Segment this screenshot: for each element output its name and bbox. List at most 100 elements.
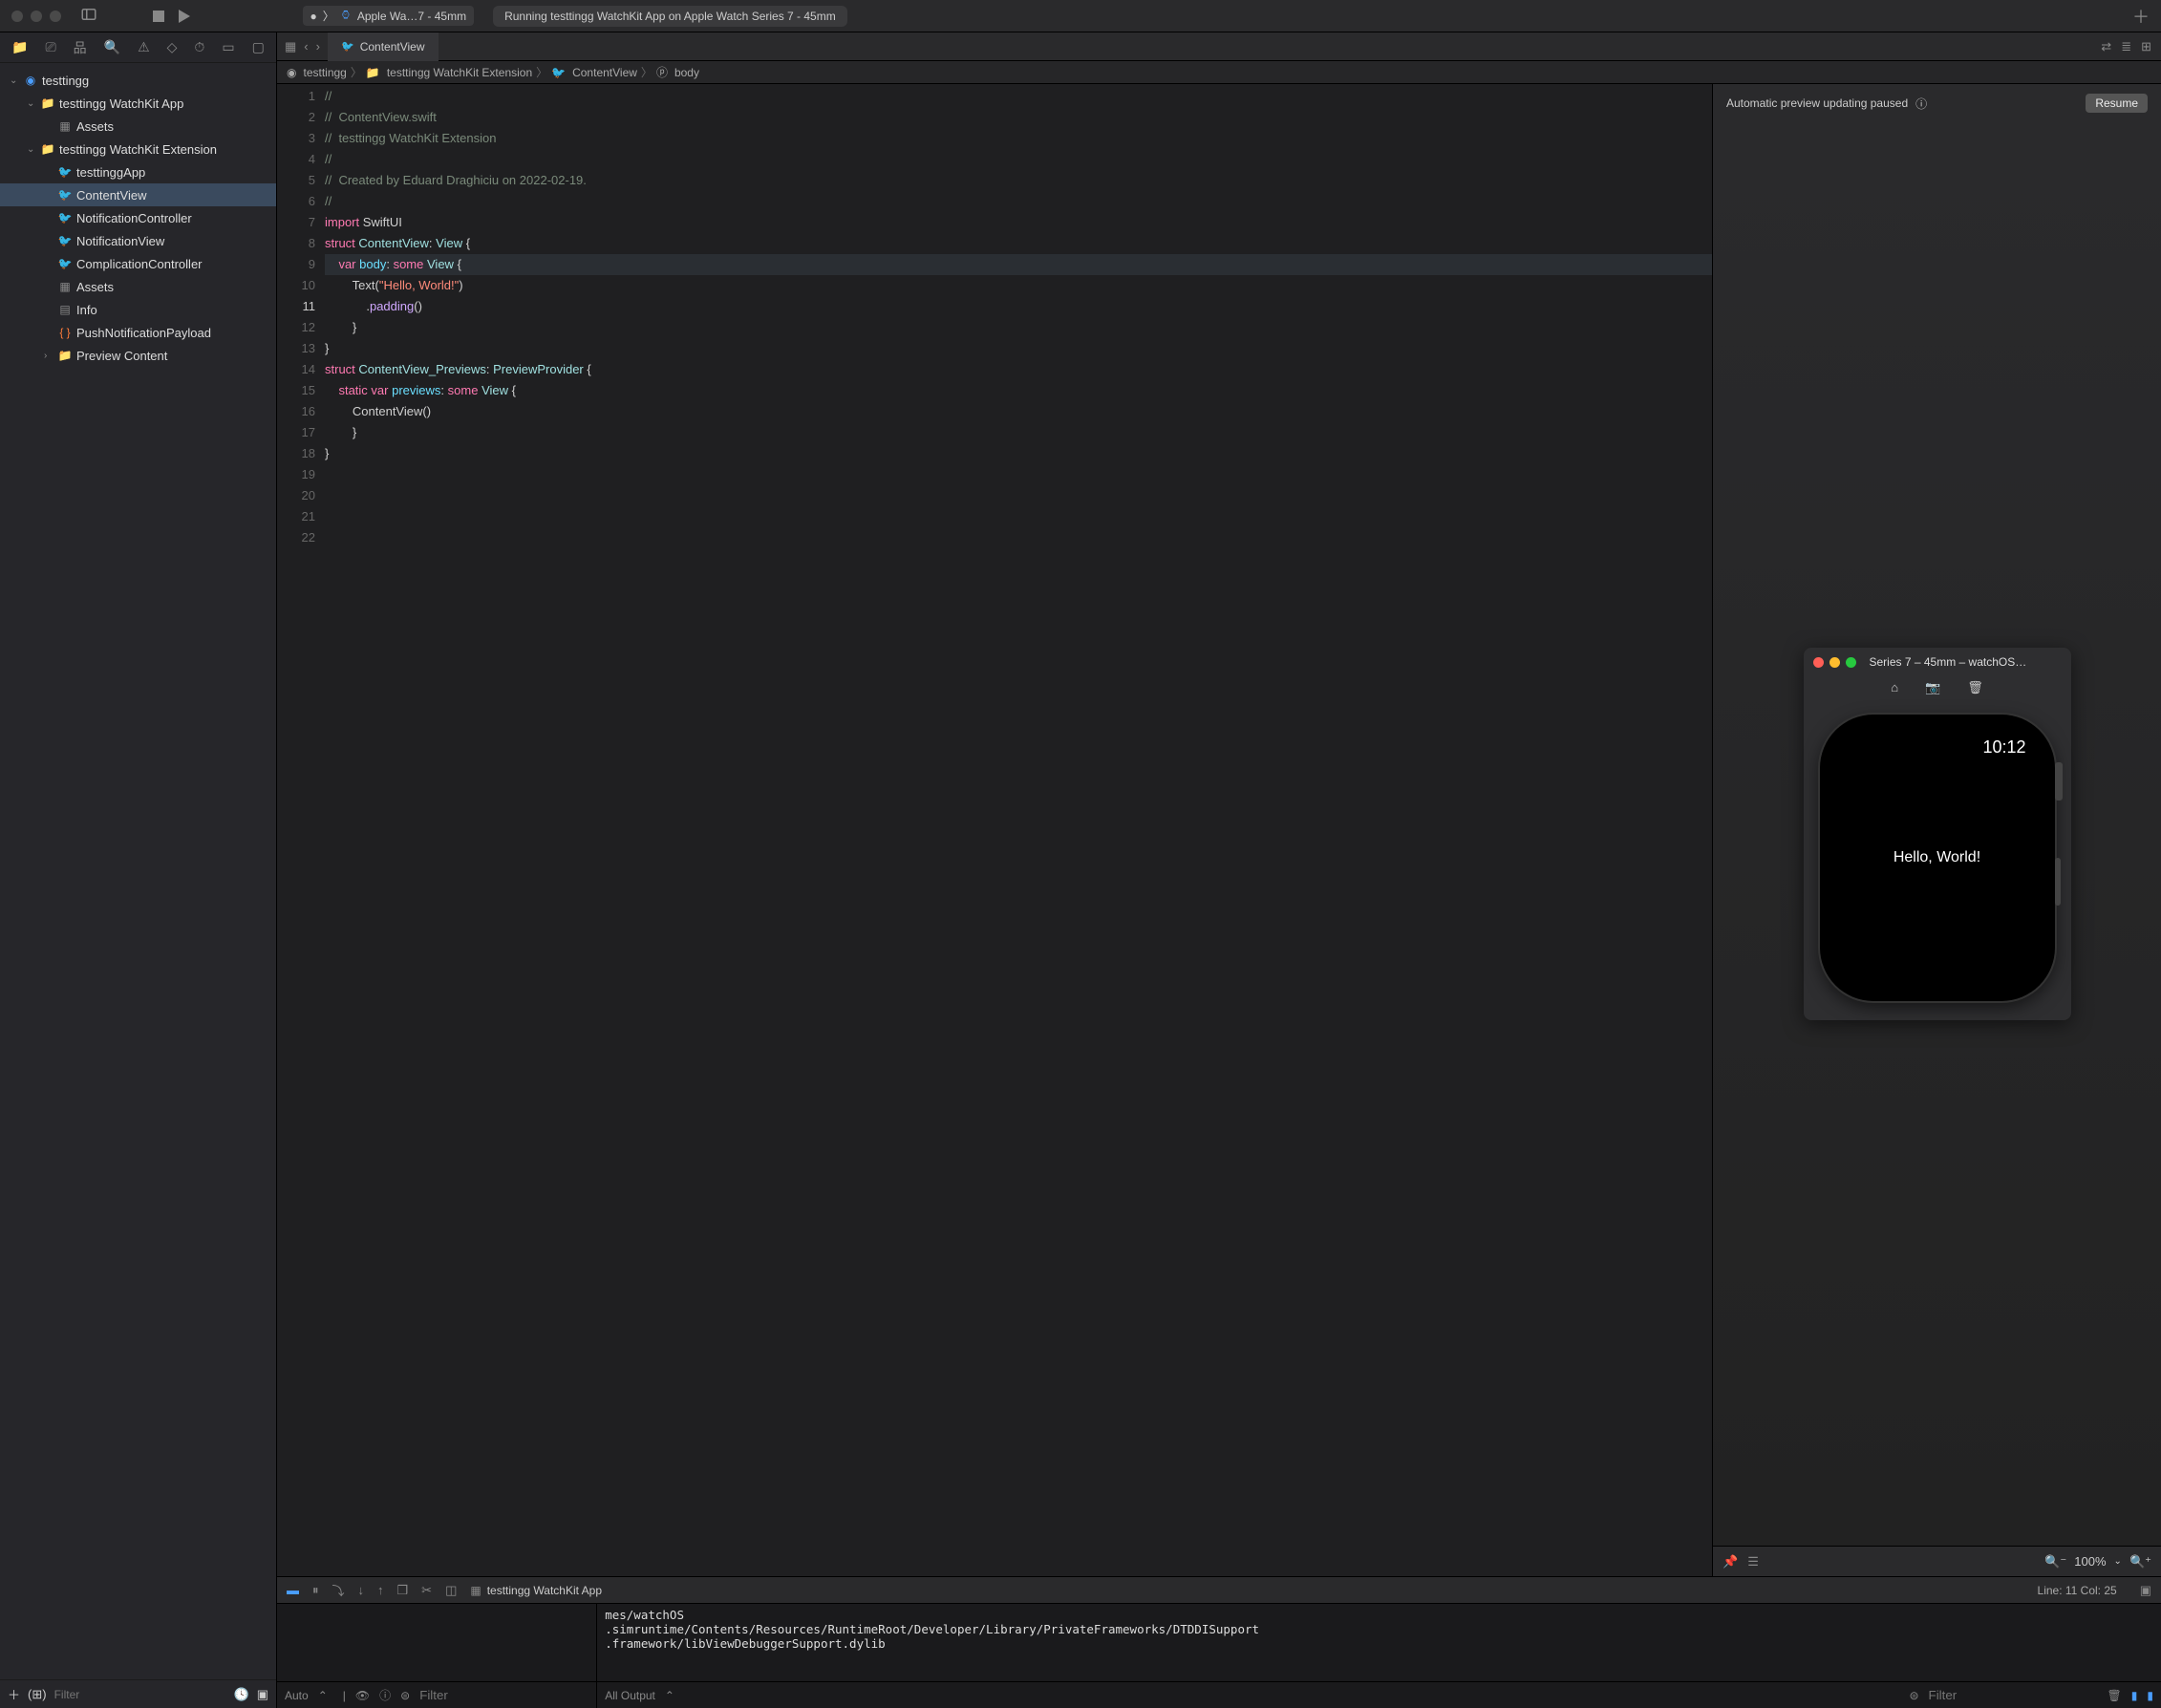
issue-navigator-tab[interactable]: ⚠ (134, 37, 154, 57)
watch-preview: 10:12 Hello, World! (1820, 715, 2055, 1001)
watch-content-text: Hello, World! (1820, 715, 2055, 1001)
minimize-window-icon[interactable] (31, 11, 42, 22)
clear-console-icon[interactable]: 🗑 (2108, 1689, 2122, 1702)
environment-override-icon[interactable]: ◫ (445, 1583, 457, 1598)
navigator-filter-input[interactable] (54, 1688, 226, 1701)
code-review-icon[interactable]: ⇄ (2101, 39, 2111, 54)
pause-icon[interactable]: ⏸ (312, 1583, 319, 1598)
sim-zoom-icon[interactable] (1846, 657, 1856, 668)
simulator-title: Series 7 – 45mm – watchOS… (1870, 655, 2027, 669)
line-gutter: 12345678910111213141516171819202122 (277, 84, 325, 1576)
screenshot-icon[interactable]: 📷 (1925, 680, 1940, 695)
toggle-console-pane-icon[interactable]: ▮ (2147, 1689, 2153, 1702)
scheme-selector[interactable]: ●〉⌚︎ Apple Wa…7 - 45mm (303, 6, 475, 26)
tree-row-assets[interactable]: ▦Assets (0, 115, 276, 138)
recent-files-icon[interactable]: 🕓 (234, 1687, 249, 1702)
console-output: mes/watchOS .simruntime/Contents/Resourc… (597, 1604, 2161, 1708)
breadcrumb-item[interactable]: body (674, 66, 699, 79)
resume-button[interactable]: Resume (2086, 94, 2148, 113)
tree-row-contentview[interactable]: 🐦ContentView (0, 183, 276, 206)
home-icon[interactable]: ⌂ (1891, 680, 1898, 695)
tree-row-notificationview[interactable]: 🐦NotificationView (0, 229, 276, 252)
variables-filter-input[interactable] (419, 1688, 588, 1702)
source-editor[interactable]: 12345678910111213141516171819202122 ////… (277, 84, 1712, 1576)
tree-row-notificationcontroller[interactable]: 🐦NotificationController (0, 206, 276, 229)
view-debug-icon[interactable]: ❒ (397, 1583, 409, 1598)
memory-graph-icon[interactable]: ✂ (421, 1583, 432, 1598)
quicklook-icon[interactable]: 👁 (355, 1689, 370, 1702)
tab-bar: ▦ ‹ › 🐦 ContentView ⇄ ≣ ⊞ (277, 32, 2161, 61)
breadcrumb[interactable]: ◉testtingg〉📁testtingg WatchKit Extension… (277, 61, 2161, 84)
tree-row-complicationcontroller[interactable]: 🐦ComplicationController (0, 252, 276, 275)
console-area: Auto⌃ | 👁 ⓘ ⊜ mes/watchOS .simruntime/Co… (277, 1603, 2161, 1708)
breadcrumb-item[interactable]: testtingg (303, 66, 346, 79)
tab-label: ContentView (360, 40, 425, 53)
output-mode[interactable]: All Output (605, 1689, 655, 1702)
report-navigator-tab[interactable]: ▢ (248, 37, 268, 57)
titlebar: ⎇ testtingg main ●〉⌚︎ Apple Wa…7 - 45mm … (0, 0, 2161, 32)
tree-row-testtingg-watchkit-app[interactable]: ⌄📁testtingg WatchKit App (0, 92, 276, 115)
variables-mode[interactable]: Auto (285, 1689, 309, 1702)
pin-preview-icon[interactable]: 📌 (1722, 1554, 1738, 1569)
trash-icon[interactable]: 🗑 (1967, 680, 1983, 695)
tree-row-assets[interactable]: ▦Assets (0, 275, 276, 298)
tree-row-testtinggapp[interactable]: 🐦testtinggApp (0, 160, 276, 183)
zoom-level[interactable]: 100% (2074, 1554, 2106, 1569)
nav-forward-icon[interactable]: › (316, 39, 320, 54)
console-filter-input[interactable] (1929, 1688, 2098, 1702)
step-into-icon[interactable]: ↓ (358, 1583, 365, 1597)
file-tree[interactable]: ⌄◉testtingg⌄📁testtingg WatchKit App▦Asse… (0, 63, 276, 1679)
scheme-label: Apple Wa…7 - 45mm (357, 10, 466, 23)
add-editor-button[interactable]: ＋ (2132, 4, 2150, 29)
preview-settings-icon[interactable]: ☰ (1747, 1554, 1759, 1569)
console-text[interactable]: mes/watchOS .simruntime/Contents/Resourc… (597, 1604, 2161, 1681)
tree-row-preview-content[interactable]: ›📁Preview Content (0, 344, 276, 367)
debug-target[interactable]: ▦ testtingg WatchKit App (470, 1584, 602, 1597)
step-over-icon[interactable]: ⤵ (332, 1581, 345, 1599)
zoom-out-icon[interactable]: 🔍⁻ (2044, 1554, 2066, 1569)
adjust-editor-icon[interactable]: ≣ (2121, 39, 2131, 54)
tree-row-testtingg-watchkit-extension[interactable]: ⌄📁testtingg WatchKit Extension (0, 138, 276, 160)
tree-row-pushnotificationpayload[interactable]: { }PushNotificationPayload (0, 321, 276, 344)
stop-button[interactable] (153, 11, 164, 22)
find-navigator-tab[interactable]: 🔍 (100, 37, 124, 57)
test-navigator-tab[interactable]: ◇ (163, 37, 182, 57)
close-window-icon[interactable] (11, 11, 23, 22)
zoom-window-icon[interactable] (50, 11, 61, 22)
symbol-navigator-tab[interactable]: 品 (70, 36, 91, 59)
sim-close-icon[interactable] (1813, 657, 1824, 668)
add-file-button[interactable]: ＋ (8, 1685, 20, 1703)
tree-row-testtingg[interactable]: ⌄◉testtingg (0, 69, 276, 92)
preview-canvas[interactable]: Series 7 – 45mm – watchOS… ⌂ 📷 🗑 10:12 H… (1713, 122, 2161, 1546)
toggle-debug-area-icon[interactable]: ▬ (287, 1583, 299, 1597)
project-navigator-tab[interactable]: 📁 (8, 37, 32, 57)
run-controls (153, 10, 190, 23)
tab-contentview[interactable]: 🐦 ContentView (328, 32, 439, 61)
step-out-icon[interactable]: ↑ (377, 1583, 384, 1597)
run-button[interactable] (179, 10, 190, 23)
code-content[interactable]: //// ContentView.swift// testtingg Watch… (325, 84, 1712, 1576)
minimap-icon[interactable]: ▣ (2140, 1583, 2151, 1598)
info-icon[interactable]: ⓘ (379, 1687, 391, 1703)
preview-footer: 📌 ☰ 🔍⁻ 100% ⌄ 🔍⁺ (1713, 1546, 2161, 1576)
scm-filter-icon[interactable]: ▣ (257, 1687, 268, 1702)
nav-back-icon[interactable]: ‹ (304, 39, 308, 54)
toggle-sidebar-icon[interactable] (73, 6, 105, 26)
toggle-variables-pane-icon[interactable]: ▮ (2131, 1689, 2138, 1702)
breadcrumb-item[interactable]: testtingg WatchKit Extension (387, 66, 532, 79)
source-control-navigator-tab[interactable]: ⎚ (41, 37, 59, 57)
related-items-icon[interactable]: ▦ (285, 39, 296, 54)
debug-target-label: testtingg WatchKit App (487, 1584, 602, 1597)
zoom-in-icon[interactable]: 🔍⁺ (2129, 1554, 2151, 1569)
variables-view[interactable]: Auto⌃ | 👁 ⓘ ⊜ (277, 1604, 597, 1708)
tree-row-info[interactable]: ▤Info (0, 298, 276, 321)
breakpoint-navigator-tab[interactable]: ▭ (218, 37, 238, 57)
filter-scope-button[interactable]: (⊞) (28, 1687, 47, 1702)
navigator-footer: ＋ (⊞) 🕓 ▣ (0, 1679, 276, 1708)
breadcrumb-item[interactable]: ContentView (572, 66, 637, 79)
debug-navigator-tab[interactable]: ⏱ (190, 37, 208, 57)
info-icon[interactable]: ⓘ (1915, 96, 1927, 112)
sim-minimize-icon[interactable] (1829, 657, 1840, 668)
add-editor-right-icon[interactable]: ⊞ (2141, 39, 2151, 54)
preview-banner-text: Automatic preview updating paused (1726, 96, 1908, 110)
